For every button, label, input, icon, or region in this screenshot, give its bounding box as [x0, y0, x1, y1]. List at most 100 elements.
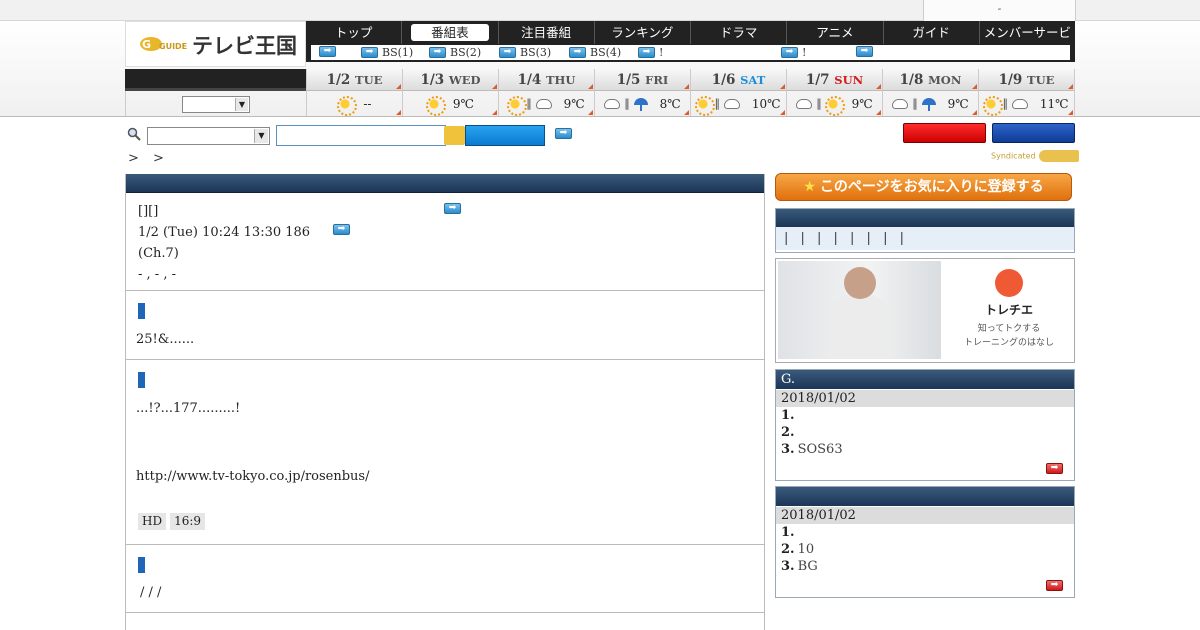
- program-time-link-button[interactable]: ➡: [333, 224, 350, 235]
- subnav-item[interactable]: ➡!: [638, 46, 663, 59]
- nav-item[interactable]: 番組表: [402, 21, 499, 44]
- ad-photo: [778, 261, 941, 359]
- program-summary-text: 25!&......: [136, 332, 195, 347]
- search-icon: [127, 127, 141, 141]
- subnav-item[interactable]: ➡ BS(3): [499, 46, 551, 59]
- ranking-box-2: 2018/01/02 1. 2. 10 3. BG ➡: [775, 486, 1075, 598]
- ranking-header: [776, 487, 1074, 506]
- svg-text:GUIDE: GUIDE: [159, 42, 187, 51]
- ad-banner[interactable]: トレチエ 知ってトクする トレーニングのはなし: [775, 258, 1075, 363]
- nav-item[interactable]: アニメ: [787, 21, 884, 44]
- arrow-right-icon: ➡: [499, 47, 516, 58]
- subnav-item[interactable]: ➡ BS(4): [569, 46, 621, 59]
- ranking-item[interactable]: 3. SOS63: [776, 441, 1074, 458]
- ranking-item[interactable]: 3. BG: [776, 558, 1074, 575]
- weather-day-header: 1/7 SUN: [787, 69, 882, 91]
- nav-item[interactable]: ガイド: [884, 21, 980, 44]
- program-detail-text: ...!?...177.........!: [136, 401, 241, 416]
- sunny-icon: [507, 95, 528, 116]
- subnav-item[interactable]: ➡ BS(2): [429, 46, 481, 59]
- ranking-date: 2018/01/02: [776, 390, 1074, 407]
- program-cast-text: / / /: [140, 585, 162, 600]
- add-favorite-label: このページをお気に入りに登録する: [819, 179, 1044, 195]
- cloudy-icon: [892, 98, 909, 109]
- rain-icon: [921, 97, 936, 111]
- weather-day[interactable]: 1/9 TUE ‖ 11℃: [979, 69, 1075, 116]
- program-detail-header: [126, 174, 764, 193]
- weather-temp: 9℃: [563, 96, 585, 111]
- nav-item[interactable]: ランキング: [595, 21, 691, 44]
- weather-temp: 10℃: [751, 96, 781, 111]
- arrow-right-icon: ➡: [429, 47, 446, 58]
- ranking-item[interactable]: 2. 10: [776, 541, 1074, 558]
- weather-day-body: 9℃: [403, 91, 498, 116]
- category-links[interactable]: | | | | | | | |: [776, 227, 1074, 250]
- nav-item[interactable]: メンバーサービス: [980, 21, 1075, 63]
- weather-day-body: ‖ 9℃: [787, 91, 882, 116]
- subnav-item[interactable]: ➡!: [781, 46, 806, 59]
- sunny-icon: [695, 95, 716, 116]
- weather-day[interactable]: 1/4 THU ‖ 9℃: [499, 69, 595, 116]
- add-favorite-button[interactable]: ★ このページをお気に入りに登録する: [775, 173, 1072, 201]
- ranking-more-button[interactable]: ➡: [1046, 463, 1063, 474]
- weather-day-body: ‖ 10℃: [691, 91, 786, 116]
- search-go-button[interactable]: ➡: [555, 128, 572, 139]
- ranking-item[interactable]: 1.: [776, 524, 1074, 541]
- site-name: テレビ王国: [192, 34, 297, 58]
- search-category-select[interactable]: ▼: [147, 127, 270, 145]
- weather-day-header: 1/3 WED: [403, 69, 498, 91]
- weather-day-header: 1/2 TUE: [307, 69, 402, 91]
- cloudy-icon: [604, 98, 621, 109]
- weather-region-cell: ▼: [125, 91, 306, 116]
- chevron-down-icon: ▼: [254, 129, 268, 143]
- ranking-item[interactable]: 2.: [776, 424, 1074, 441]
- weather-day[interactable]: 1/7 SUN ‖ 9℃: [787, 69, 883, 116]
- subnav-item[interactable]: ➡: [856, 46, 877, 57]
- weather-day[interactable]: 1/3 WED 9℃: [403, 69, 499, 116]
- weather-day[interactable]: 1/8 MON ‖ 9℃: [883, 69, 979, 116]
- chevron-down-icon: ▼: [235, 98, 248, 111]
- sunny-icon: [824, 95, 845, 116]
- region-select[interactable]: ▼: [182, 96, 250, 113]
- weather-day-header: 1/4 THU: [499, 69, 594, 91]
- nav-item[interactable]: ドラマ: [691, 21, 788, 44]
- category-box: | | | | | | | |: [775, 208, 1075, 253]
- weather-day-header: 1/6 SAT: [691, 69, 786, 91]
- ad-text-area: トレチエ 知ってトクする トレーニングのはなし: [944, 259, 1074, 362]
- cloudy-icon: [796, 98, 813, 109]
- site-logo[interactable]: G GUIDE テレビ王国: [125, 21, 306, 67]
- weather-day-body: ‖ 8℃: [595, 91, 690, 116]
- arrow-right-icon: ➡: [319, 46, 336, 57]
- red-action-button[interactable]: [903, 123, 986, 143]
- search-input[interactable]: [276, 125, 446, 146]
- program-cast-section: / / /: [126, 545, 764, 613]
- ranking-more-button[interactable]: ➡: [1046, 580, 1063, 591]
- blue-action-button[interactable]: [992, 123, 1075, 143]
- tag-hd: HD: [138, 513, 167, 530]
- utility-bar: -: [0, 0, 1200, 21]
- program-official-link[interactable]: http://www.tv-tokyo.co.jp/rosenbus/: [136, 469, 370, 484]
- program-tags: HD 16:9: [138, 513, 217, 530]
- arrow-right-icon: ➡: [361, 47, 378, 58]
- program-link-button[interactable]: ➡: [444, 203, 461, 214]
- arrow-right-icon: ➡: [638, 47, 655, 58]
- utility-login-box[interactable]: -: [923, 0, 1076, 21]
- search-button[interactable]: [465, 125, 545, 146]
- weather-day-body: ‖ 11℃: [979, 91, 1074, 116]
- main-nav: トップ番組表注目番組ランキングドラマアニメガイドメンバーサービス: [306, 21, 1075, 63]
- weather-day[interactable]: 1/6 SAT ‖ 10℃: [691, 69, 787, 116]
- nav-item[interactable]: 注目番組: [499, 21, 595, 44]
- sunny-icon: [426, 95, 447, 116]
- ad-title: トレチエ: [984, 303, 1033, 317]
- weather-temp: --: [363, 96, 372, 111]
- utility-text: -: [997, 2, 1002, 15]
- weather-day[interactable]: 1/5 FRI ‖ 8℃: [595, 69, 691, 116]
- nav-item[interactable]: トップ: [306, 21, 403, 44]
- weather-day[interactable]: 1/2 TUE --: [306, 69, 403, 116]
- weather-day-header: 1/8 MON: [883, 69, 978, 91]
- breadcrumb: > >: [128, 151, 169, 166]
- subnav-item[interactable]: ➡ BS(1): [361, 46, 413, 59]
- subnav-item[interactable]: ➡: [319, 46, 340, 57]
- ranking-item[interactable]: 1.: [776, 407, 1074, 424]
- program-detail-section: ...!?...177.........! http://www.tv-toky…: [126, 360, 764, 545]
